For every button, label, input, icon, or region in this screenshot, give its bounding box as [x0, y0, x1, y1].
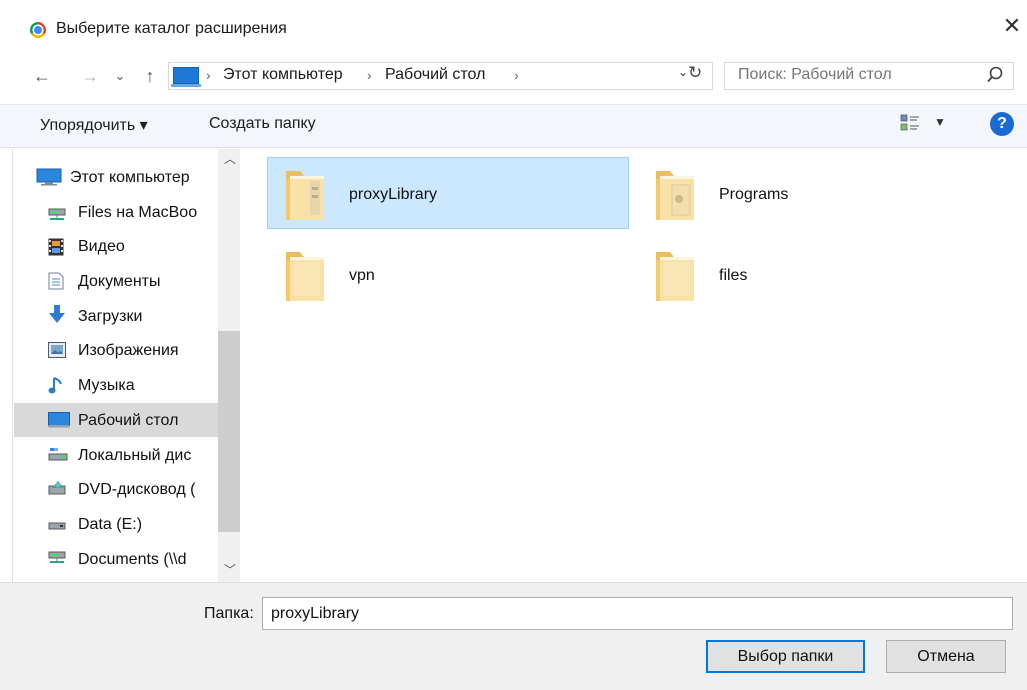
sidebar-item-label: Data (E:): [78, 516, 143, 533]
select-folder-button[interactable]: Выбор папки: [706, 640, 865, 673]
breadcrumb-desktop[interactable]: Рабочий стол: [385, 64, 485, 86]
drive-icon: [48, 518, 66, 534]
documents-icon: [48, 272, 66, 290]
window-title: Выберите каталог расширения: [56, 20, 287, 37]
help-icon[interactable]: ?: [990, 112, 1014, 136]
desktop-icon: [48, 412, 70, 428]
search-icon[interactable]: [985, 64, 1005, 86]
video-icon: [48, 238, 66, 256]
local-disk-icon: [48, 446, 68, 462]
sidebar-item-label: Изображения: [78, 342, 179, 359]
chrome-icon: [30, 22, 46, 38]
back-arrow-icon[interactable]: ←: [30, 64, 54, 88]
folder-name-input[interactable]: [262, 597, 1013, 630]
folder-icon: [652, 246, 698, 310]
scrollbar-thumb[interactable]: [218, 331, 240, 532]
close-icon[interactable]: ✕: [1000, 14, 1024, 38]
organize-button[interactable]: Упорядочить ▾: [40, 115, 148, 135]
music-icon: [48, 376, 66, 394]
breadcrumb-separator: ›: [206, 67, 211, 83]
desktop-location-icon: [171, 67, 201, 87]
folder-name: vpn: [349, 267, 375, 284]
up-arrow-icon[interactable]: ↑: [138, 64, 162, 88]
folder-name: proxyLibrary: [349, 186, 438, 203]
breadcrumb-this-pc[interactable]: Этот компьютер: [223, 64, 343, 86]
pictures-icon: [48, 342, 66, 358]
cancel-button[interactable]: Отмена: [886, 640, 1006, 673]
folder-field-label: Папка:: [204, 605, 254, 622]
command-toolbar: [0, 104, 1027, 148]
scroll-down-icon[interactable]: ﹀: [224, 561, 236, 578]
network-drive-icon: [48, 550, 66, 566]
breadcrumb-separator[interactable]: ›: [514, 64, 519, 86]
network-drive-icon: [48, 207, 66, 223]
sidebar-item-label: Files на MacBoo: [78, 204, 198, 221]
recent-locations-chevron-icon[interactable]: ⌄: [112, 64, 128, 88]
sidebar-item-label: Локальный дис: [78, 447, 192, 464]
scroll-up-icon[interactable]: ︿: [224, 150, 236, 167]
folder-name: Programs: [719, 186, 789, 203]
address-dropdown-chevron-icon[interactable]: ⌄: [678, 65, 688, 79]
breadcrumb-separator: ›: [367, 67, 372, 83]
folder-icon: [282, 246, 328, 310]
downloads-icon: [48, 304, 66, 323]
view-dropdown-icon[interactable]: ▼: [934, 115, 946, 129]
sidebar-item-label: Рабочий стол: [78, 412, 179, 429]
folder-icon: [282, 165, 328, 229]
folder-icon: [652, 165, 698, 229]
refresh-icon[interactable]: ↻: [688, 63, 702, 83]
search-input[interactable]: [738, 64, 968, 86]
computer-icon: [36, 168, 62, 186]
forward-arrow-icon[interactable]: →: [78, 64, 102, 88]
folder-name: files: [719, 267, 748, 284]
sidebar-item-label: DVD-дисковод (: [78, 481, 196, 498]
pane-left-edge: [0, 149, 13, 582]
sidebar-item-label: Загрузки: [78, 308, 143, 325]
sidebar-item-label: Музыка: [78, 377, 135, 394]
sidebar-item-label: Этот компьютер: [70, 169, 190, 186]
new-folder-button[interactable]: Создать папку: [209, 115, 316, 133]
sidebar-item-label: Видео: [78, 238, 125, 255]
sidebar-item-label: Документы: [78, 273, 161, 290]
sidebar-item-label: Documents (\\d: [78, 551, 187, 568]
view-options-icon[interactable]: [900, 113, 920, 133]
dvd-drive-icon: [48, 480, 66, 496]
